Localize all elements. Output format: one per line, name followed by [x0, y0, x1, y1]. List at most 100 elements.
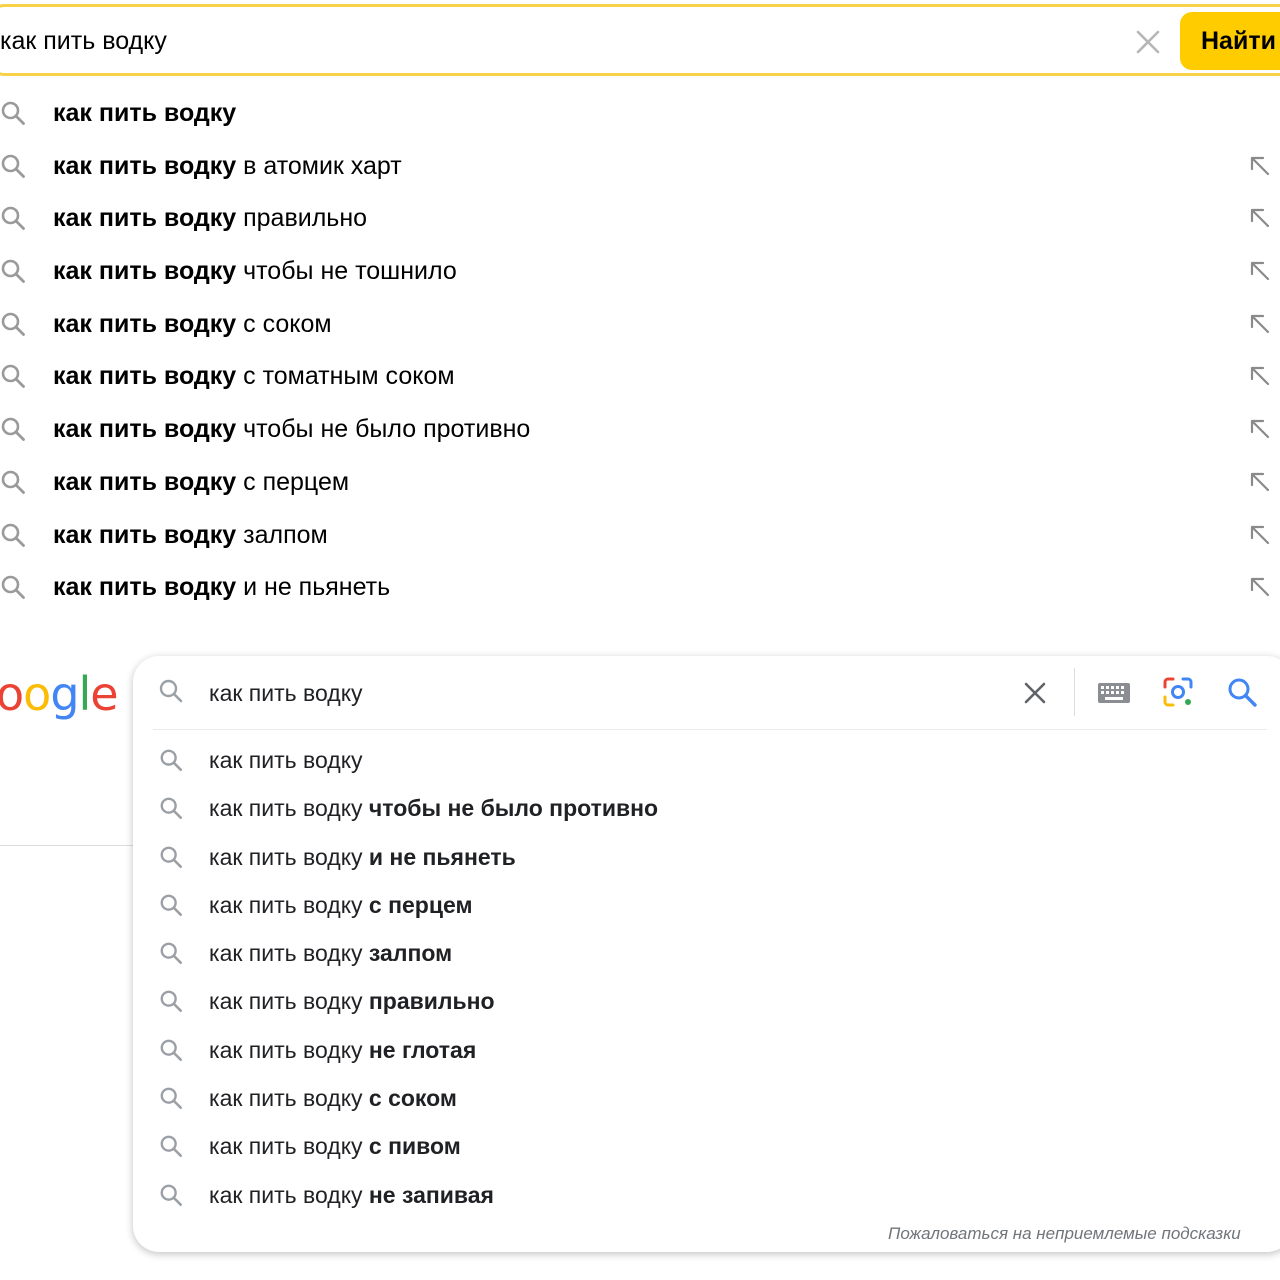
fill-query-arrow-icon[interactable]	[1248, 575, 1272, 599]
suggestion-query-part: как пить водку	[209, 891, 369, 918]
yandex-clear-icon[interactable]	[1134, 28, 1162, 56]
search-icon	[1, 207, 25, 231]
search-icon	[160, 991, 182, 1013]
yandex-suggestion-item[interactable]: как пить водку залпом	[0, 508, 1280, 561]
suggestion-query-part: как пить водку	[209, 747, 363, 773]
yandex-suggestion-item[interactable]: как пить водку	[0, 86, 1280, 139]
google-suggestion-text: как пить водку с перцем	[209, 888, 472, 922]
search-icon	[1, 101, 25, 125]
yandex-suggestion-item[interactable]: как пить водку с соком	[0, 297, 1280, 350]
keyboard-icon[interactable]	[1097, 682, 1131, 704]
google-suggestion-item[interactable]: как пить водку правильно	[133, 977, 1273, 1025]
google-suggestion-item[interactable]: как пить водку с пивом	[133, 1122, 1273, 1170]
suggestion-query-part: как пить водку	[53, 467, 237, 496]
google-suggestion-item[interactable]: как пить водку	[133, 736, 1273, 784]
yandex-search-input[interactable]: как пить водку	[0, 22, 167, 60]
yandex-suggestion-item[interactable]: как пить водку в атомик харт	[0, 139, 1280, 192]
suggestion-completion: в атомик харт	[236, 151, 402, 180]
google-suggestion-text: как пить водку чтобы не было противно	[209, 791, 658, 825]
suggestion-query-part: как пить водку	[209, 1181, 369, 1208]
fill-query-arrow-icon[interactable]	[1248, 417, 1272, 441]
search-icon	[1, 312, 25, 336]
report-suggestions-link[interactable]: Пожаловаться на неприемлемые подсказки	[888, 1224, 1241, 1244]
suggestion-completion: чтобы не было противно	[236, 415, 531, 444]
suggestion-query-part: как пить водку	[209, 1085, 369, 1112]
dropdown-divider	[153, 729, 1267, 730]
suggestion-completion: правильно	[368, 988, 495, 1015]
suggestion-completion: залпом	[236, 520, 328, 549]
search-icon	[160, 1135, 182, 1158]
yandex-suggestion-item[interactable]: как пить водку чтобы не тошнило	[0, 244, 1280, 297]
fill-query-arrow-icon[interactable]	[1248, 154, 1272, 178]
google-suggestion-text: как пить водку не запивая	[209, 1178, 494, 1212]
search-icon	[160, 942, 182, 965]
suggestion-completion: чтобы не было противно	[368, 795, 659, 822]
search-submit-icon[interactable]	[1226, 676, 1258, 708]
suggestion-query-part: как пить водку	[209, 1036, 369, 1063]
google-search-input[interactable]: как пить водку	[209, 676, 363, 710]
toolbar-separator	[1074, 668, 1075, 716]
yandex-suggestion-item[interactable]: как пить водку и не пьянеть	[0, 560, 1280, 613]
yandex-suggestion-text: как пить водку чтобы не было противно	[53, 412, 530, 446]
suggestion-query-part: как пить водку	[209, 795, 369, 822]
google-suggestion-item[interactable]: как пить водку залпом	[133, 929, 1273, 977]
fill-query-arrow-icon[interactable]	[1248, 523, 1272, 547]
search-icon	[160, 1184, 182, 1206]
search-icon	[160, 846, 182, 868]
fill-query-arrow-icon[interactable]	[1248, 312, 1272, 336]
search-icon	[1, 575, 25, 600]
search-icon	[160, 1039, 182, 1061]
google-suggestion-item[interactable]: как пить водку чтобы не было противно	[133, 784, 1273, 832]
yandex-suggestion-list: как пить водку как пить водку в атомик ха…	[0, 86, 1280, 613]
suggestion-completion: и не пьянеть	[368, 843, 516, 870]
google-suggestion-item[interactable]: как пить водку с соком	[133, 1074, 1273, 1122]
yandex-suggestion-text: как пить водку	[53, 96, 236, 130]
search-icon	[159, 679, 183, 703]
google-suggestion-text: как пить водку не глотая	[209, 1033, 476, 1067]
google-suggestion-item[interactable]: как пить водку не запивая	[133, 1171, 1273, 1219]
google-logo: oogle	[0, 667, 119, 721]
suggestion-completion: правильно	[236, 204, 368, 233]
suggestion-completion: с пивом	[368, 1133, 461, 1160]
google-suggestion-item[interactable]: как пить водку и не пьянеть	[133, 833, 1273, 881]
search-icon	[1, 154, 25, 178]
search-icon	[1, 259, 25, 283]
yandex-suggestion-text: как пить водку с перцем	[53, 465, 349, 499]
fill-query-arrow-icon[interactable]	[1248, 470, 1272, 494]
suggestion-query-part: как пить водку	[53, 309, 237, 338]
lens-icon[interactable]	[1162, 676, 1194, 708]
google-suggestion-item[interactable]: как пить водку с перцем	[133, 881, 1273, 929]
google-suggestion-text: как пить водку правильно	[209, 984, 495, 1018]
search-icon	[160, 749, 182, 771]
google-suggestion-text: как пить водку	[209, 743, 363, 777]
suggestion-completion: с соком	[368, 1085, 457, 1112]
suggestion-completion: с соком	[236, 309, 332, 338]
clear-icon[interactable]	[1020, 678, 1050, 708]
page-divider	[0, 845, 140, 846]
google-suggestion-item[interactable]: как пить водку не глотая	[133, 1026, 1273, 1074]
yandex-find-button[interactable]: Найти	[1180, 12, 1280, 70]
yandex-suggestion-item[interactable]: как пить водку чтобы не было противно	[0, 402, 1280, 455]
yandex-suggestion-item[interactable]: как пить водку с томатным соком	[0, 349, 1280, 402]
yandex-suggestion-text: как пить водку с томатным соком	[53, 359, 455, 393]
yandex-search-bar	[0, 4, 1280, 76]
google-suggestion-text: как пить водку с пивом	[209, 1129, 461, 1163]
suggestion-query-part: как пить водку	[53, 151, 237, 180]
suggestion-completion: не глотая	[368, 1036, 477, 1063]
suggestion-completion: с перцем	[368, 891, 473, 918]
yandex-suggestion-text: как пить водку и не пьянеть	[53, 570, 390, 604]
yandex-suggestion-text: как пить водку правильно	[53, 201, 367, 235]
yandex-suggestion-text: как пить водку чтобы не тошнило	[53, 254, 457, 288]
suggestion-query-part: как пить водку	[53, 573, 237, 602]
search-icon	[1, 523, 25, 547]
fill-query-arrow-icon[interactable]	[1248, 206, 1272, 230]
suggestion-query-part: как пить водку	[209, 940, 369, 967]
fill-query-arrow-icon[interactable]	[1248, 364, 1272, 388]
yandex-suggestion-item[interactable]: как пить водку с перцем	[0, 455, 1280, 508]
yandex-suggestion-item[interactable]: как пить водку правильно	[0, 191, 1280, 244]
yandex-suggestion-text: как пить водку в атомик харт	[53, 149, 402, 183]
suggestion-query-part: как пить водку	[53, 415, 237, 444]
fill-query-arrow-icon[interactable]	[1248, 259, 1272, 283]
suggestion-completion: не запивая	[368, 1181, 494, 1208]
suggestion-query-part: как пить водку	[53, 257, 237, 286]
